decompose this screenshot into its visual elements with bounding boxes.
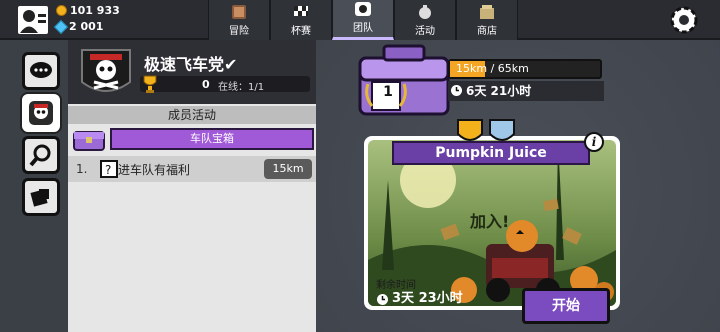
tab-label: 杯赛 (291, 26, 311, 37)
tab-label: 活动 (415, 26, 435, 37)
gem-counter: 2 001 (53, 19, 104, 34)
shop-icon (480, 5, 494, 19)
leaderboard-icon (30, 189, 49, 207)
tab-label: 冒险 (229, 26, 249, 37)
team-chest-icon[interactable] (356, 44, 452, 118)
team-badge-button[interactable] (22, 94, 60, 132)
note-icon: ? (100, 160, 118, 178)
gem-amount: 2 001 (69, 20, 104, 33)
checkered-flag-icon (294, 6, 308, 16)
tab-team[interactable]: 团队 (332, 0, 394, 40)
profile-icon[interactable] (18, 6, 48, 34)
team-header: 极速飞车党✔ 0 在线：1/1 (68, 40, 316, 104)
clock-icon (451, 85, 462, 96)
search-button[interactable] (22, 136, 60, 174)
left-sidebar (22, 52, 62, 220)
gem-icon (53, 19, 69, 34)
clock-icon (377, 294, 388, 305)
tab-label: 团队 (353, 23, 373, 34)
chat-icon (30, 62, 52, 78)
list-item: 1. ? 进车队有福利 15km (68, 156, 316, 182)
tab-label: 商店 (477, 26, 497, 37)
events-icon (419, 5, 431, 19)
tab-events[interactable]: 活动 (394, 0, 456, 40)
top-bar: 101 933 2 001 冒险 杯赛 团队 活动 商店 (0, 0, 720, 40)
remaining-label: 剩余时间 (376, 280, 416, 291)
map-icon (232, 5, 246, 19)
team-panel: 极速飞车党✔ 0 在线：1/1 成员活动 车队宝箱 1. ? 进车队有福利 15… (68, 40, 316, 332)
search-icon (29, 144, 51, 167)
team-chest-row[interactable]: 车队宝箱 (72, 126, 314, 152)
task-label: 进车队有福利 (118, 163, 191, 177)
online-count: 在线：1/1 (218, 82, 265, 93)
remaining-time: 3天 23小时 (374, 290, 484, 308)
team-emblem-icon (81, 49, 131, 92)
team-badge-icon (355, 2, 371, 16)
chest-level: 1 (383, 84, 393, 100)
chest-progress-bar: 15km / 65km (448, 59, 602, 79)
event-title: Pumpkin Juice (392, 141, 590, 165)
chat-button[interactable] (22, 52, 60, 90)
info-icon[interactable]: i (584, 132, 604, 152)
trophy-icon (143, 75, 157, 93)
start-button[interactable]: 开始 (522, 288, 610, 324)
section-title: 成员活动 (68, 106, 316, 124)
trophy-count: 0 (202, 78, 210, 91)
chest-icon (73, 131, 105, 151)
tab-cup[interactable]: 杯赛 (270, 0, 332, 40)
skull-badge-icon (29, 101, 53, 125)
remaining-time-text: 3天 23小时 (392, 291, 463, 306)
coin-amount: 101 933 (70, 4, 120, 17)
join-text: 加入! (470, 212, 510, 231)
leaderboard-button[interactable] (22, 178, 60, 216)
coin-counter: 101 933 (56, 4, 120, 17)
settings-gear-icon[interactable] (668, 4, 700, 36)
svg-text:?: ? (105, 163, 111, 177)
progress-text: 15km / 65km (456, 62, 529, 75)
coin-icon (56, 5, 67, 16)
main-tabs: 冒险 杯赛 团队 活动 商店 (208, 0, 518, 40)
tab-shop[interactable]: 商店 (456, 0, 518, 40)
chest-label: 车队宝箱 (110, 128, 314, 150)
task-index: 1. (76, 162, 88, 176)
timer-text: 6天 21小时 (466, 84, 532, 98)
chest-timer: 6天 21小时 (448, 81, 604, 101)
task-distance: 15km (264, 159, 312, 179)
tab-adventure[interactable]: 冒险 (208, 0, 270, 40)
team-name: 极速飞车党✔ (144, 55, 238, 74)
